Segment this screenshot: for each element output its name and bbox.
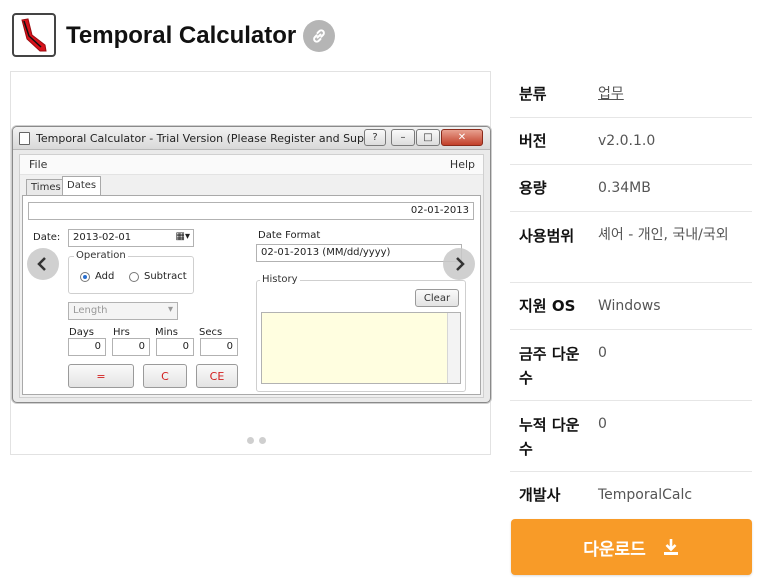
link-icon — [313, 29, 325, 43]
window-help-icon: ? — [364, 129, 386, 146]
radio-add — [80, 272, 90, 282]
app-info-table: 분류 업무 버전 v2.0.1.0 용량 0.34MB 사용범위 셰어 - 개인… — [510, 71, 752, 519]
dropdown-arrow-icon: ▾ — [167, 304, 173, 315]
date-picker: 2013-02-01 ▦▾ — [68, 229, 194, 247]
info-value: 0 — [598, 345, 607, 361]
info-value: TemporalCalc — [598, 487, 693, 503]
info-key: 용량 — [519, 179, 547, 197]
dates-panel: 02-01-2013 Date: 2013-02-01 ▦▾ Operation… — [22, 195, 481, 395]
mins-field: 0 — [156, 338, 194, 356]
date-format-title: Date Format — [258, 230, 321, 241]
info-value: Windows — [598, 298, 661, 314]
info-key: 사용범위 — [519, 227, 575, 245]
unit-select-value: Length — [73, 305, 108, 316]
info-row-os: 지원 OS Windows — [510, 283, 752, 330]
app-title: Temporal Calculator — [66, 22, 297, 49]
date-label: Date: — [33, 232, 61, 243]
minimize-icon: – — [391, 129, 415, 146]
info-row-category: 분류 업무 — [510, 71, 752, 118]
info-value: v2.0.1.0 — [598, 133, 656, 149]
maximize-icon: □ — [416, 129, 440, 146]
menu-bar: File Help — [20, 155, 483, 175]
radio-subtract-label: Subtract — [144, 271, 187, 282]
category-link[interactable]: 업무 — [598, 83, 748, 105]
radio-add-label: Add — [95, 271, 115, 282]
gallery-pagination — [247, 437, 266, 444]
info-row-version: 버전 v2.0.1.0 — [510, 118, 752, 165]
info-row-license: 사용범위 셰어 - 개인, 국내/국외 — [510, 212, 752, 283]
screenshot-gallery: Temporal Calculator - Trial Version (Ple… — [10, 71, 491, 455]
calendar-icon: ▦▾ — [175, 231, 190, 242]
history-clear-button: Clear — [415, 289, 459, 307]
chevron-left-icon — [37, 257, 46, 271]
days-field: 0 — [68, 338, 106, 356]
info-value: 0.34MB — [598, 180, 651, 196]
secs-label: Secs — [199, 327, 223, 338]
date-value: 2013-02-01 — [73, 232, 132, 243]
menu-file: File — [29, 158, 48, 171]
window-titlebar: Temporal Calculator - Trial Version (Ple… — [13, 127, 490, 150]
tab-times: Times — [26, 179, 66, 196]
share-link-button[interactable] — [303, 20, 335, 52]
info-key: 버전 — [519, 132, 547, 150]
info-key: 누적 다운수 — [519, 416, 580, 458]
info-row-size: 용량 0.34MB — [510, 165, 752, 212]
tab-dates: Dates — [62, 176, 102, 196]
gallery-prev-button[interactable] — [27, 248, 59, 280]
date-format-group: Date Format 02-01-2013 (MM/dd/yyyy) — [256, 230, 464, 266]
download-button[interactable]: 다운로드 — [511, 519, 752, 575]
download-label: 다운로드 — [583, 539, 646, 560]
secs-field: 0 — [200, 338, 238, 356]
info-row-weekly-downloads: 금주 다운수 0 — [510, 330, 752, 401]
result-display: 02-01-2013 — [28, 202, 474, 220]
history-scrollbar — [447, 313, 460, 383]
app-screenshot: Temporal Calculator - Trial Version (Ple… — [12, 126, 491, 403]
clear-button: C — [143, 364, 187, 388]
operation-title: Operation — [74, 250, 128, 261]
info-key: 지원 OS — [519, 297, 576, 315]
mins-label: Mins — [155, 327, 178, 338]
hrs-field: 0 — [112, 338, 150, 356]
download-icon — [662, 538, 680, 556]
date-format-select: 02-01-2013 (MM/dd/yyyy) — [256, 244, 462, 262]
info-row-total-downloads: 누적 다운수 0 — [510, 401, 752, 472]
window-app-icon — [19, 132, 30, 145]
operation-group: Operation Add Subtract — [68, 250, 194, 294]
window-title: Temporal Calculator - Trial Version (Ple… — [36, 132, 371, 145]
chevron-right-icon — [456, 257, 465, 271]
info-key: 개발사 — [519, 486, 561, 504]
info-key: 금주 다운수 — [519, 345, 580, 387]
close-icon: ✕ — [441, 129, 483, 146]
info-value: 셰어 - 개인, 국내/국외 — [598, 227, 729, 243]
menu-help: Help — [449, 158, 475, 171]
clear-entry-button: CE — [196, 364, 238, 388]
equals-button: = — [68, 364, 134, 388]
history-group: History Clear — [256, 274, 466, 392]
app-icon — [12, 13, 56, 57]
unit-select: Length ▾ — [68, 302, 178, 320]
history-title: History — [260, 274, 300, 285]
pagination-dot[interactable] — [247, 437, 254, 444]
pagination-dot[interactable] — [259, 437, 266, 444]
history-list — [261, 312, 461, 384]
window-client: File Help Times Dates 02-01-2013 Date: 2… — [19, 154, 484, 398]
radio-subtract — [129, 272, 139, 282]
info-row-developer: 개발사 TemporalCalc — [510, 472, 752, 519]
info-value: 0 — [598, 416, 607, 432]
hrs-label: Hrs — [113, 327, 130, 338]
gallery-next-button[interactable] — [443, 248, 475, 280]
days-label: Days — [69, 327, 94, 338]
info-key: 분류 — [519, 85, 547, 103]
